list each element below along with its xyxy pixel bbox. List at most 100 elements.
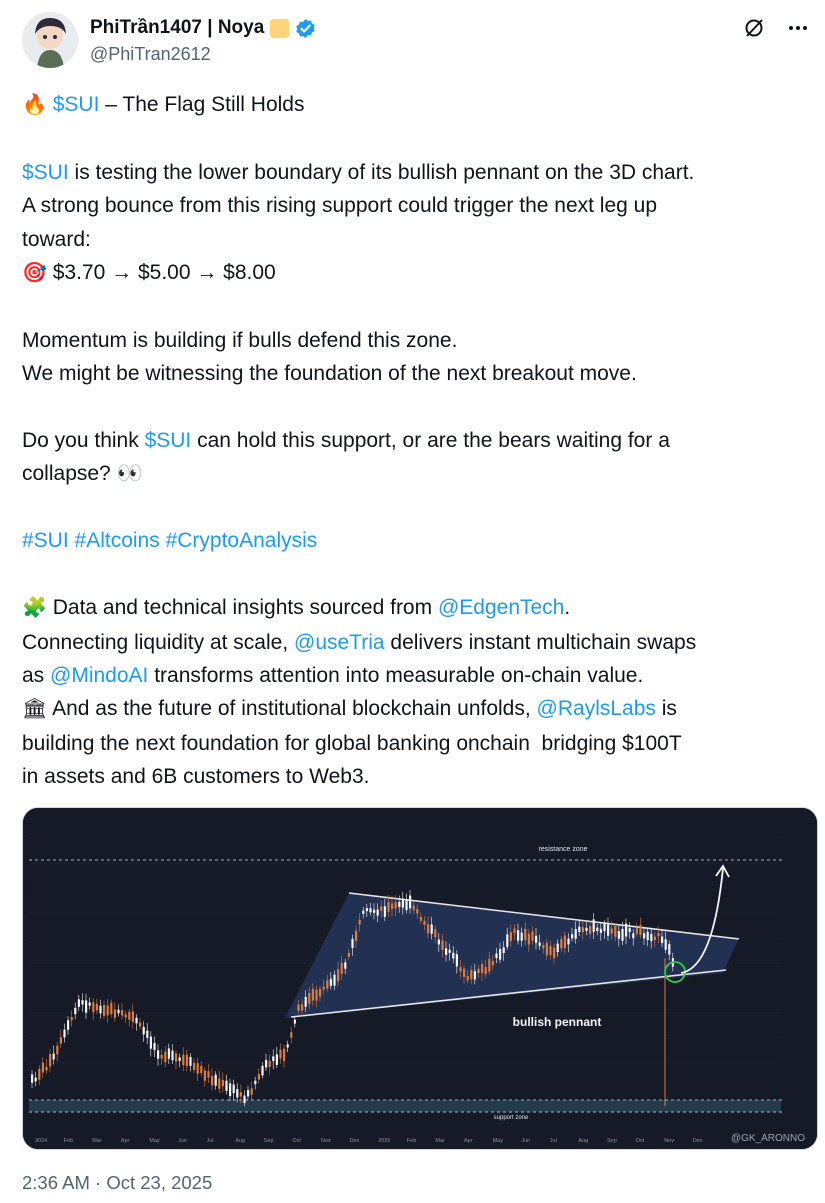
support-zone-band [29, 1100, 781, 1112]
display-name-text[interactable]: PhiTrần1407 | Noya [90, 16, 264, 40]
candle-body [63, 1029, 66, 1038]
candle-body [430, 924, 433, 934]
x-tick-label: Dec [693, 1138, 703, 1144]
candle-body [88, 1002, 91, 1006]
more-options-icon[interactable] [786, 16, 810, 40]
candle-body [146, 1030, 149, 1038]
candle-body [236, 1089, 239, 1098]
candle-body [319, 988, 322, 997]
candle-body [376, 909, 379, 916]
candle-body [214, 1074, 217, 1086]
candle-body [315, 989, 318, 1001]
candle-body [304, 997, 307, 1007]
candle-body [142, 1027, 145, 1035]
hashtags-link[interactable]: #SUI #Altcoins #CryptoAnalysis [22, 524, 812, 557]
candle-body [571, 934, 574, 939]
candle-body [239, 1092, 242, 1097]
cashtag-sui-link[interactable]: $SUI [53, 93, 100, 116]
candle-body [668, 944, 671, 955]
candle-body [268, 1060, 271, 1067]
candle-body [625, 923, 628, 937]
candle-body [189, 1057, 192, 1066]
candle-body [506, 934, 509, 947]
cashtag-sui-link[interactable]: $SUI [22, 161, 69, 184]
candle-body [49, 1054, 52, 1067]
candle-body [171, 1050, 174, 1061]
candle-body [135, 1017, 138, 1024]
x-tick-label: 2025 [378, 1138, 390, 1144]
candle-body [297, 1004, 300, 1011]
cashtag-sui-link[interactable]: $SUI [145, 429, 192, 452]
candle-body [405, 899, 408, 911]
candle-body [279, 1049, 282, 1059]
x-tick-label: Mar [435, 1138, 445, 1144]
candle-body [607, 924, 610, 936]
candle-body [243, 1095, 246, 1104]
candle-body [517, 930, 520, 941]
candle-body [603, 923, 606, 932]
candle-body [340, 962, 343, 974]
candle-body [455, 954, 458, 967]
tweet-timestamp[interactable]: 2:36 AM · Oct 23, 2025 [22, 1172, 212, 1194]
candle-body [538, 942, 541, 946]
candle-body [416, 909, 419, 914]
candle-body [513, 928, 516, 934]
candle-body [664, 939, 667, 950]
candle-body [124, 1014, 127, 1018]
candle-body [178, 1057, 181, 1061]
candle-body [401, 899, 404, 908]
chart-image[interactable]: resistance zone bullish pennant support … [22, 807, 818, 1150]
mention-raylslabs-link[interactable]: @RaylsLabs [537, 697, 656, 720]
candle-body [661, 936, 664, 944]
candle-body [70, 1017, 73, 1021]
candle-body [556, 943, 559, 953]
x-tick-label: Oct [292, 1138, 301, 1144]
x-tick-label: Feb [407, 1138, 416, 1144]
candle-body [650, 933, 653, 942]
mention-usetria-link[interactable]: @useTria [294, 631, 385, 654]
grok-icon[interactable] [742, 16, 766, 40]
candle-body [81, 1000, 84, 1005]
mention-edgentech-link[interactable]: @EdgenTech [438, 596, 564, 619]
candle-body [157, 1050, 160, 1059]
candle-body [610, 928, 613, 934]
sui-pennant-chart: resistance zone bullish pennant support … [23, 808, 817, 1149]
candle-body [196, 1063, 199, 1074]
candle-body [527, 933, 530, 945]
candle-body [452, 952, 455, 959]
candle-body [103, 1004, 106, 1016]
candle-body [77, 999, 80, 1007]
avatar[interactable] [22, 12, 78, 68]
candle-body [394, 902, 397, 909]
x-tick-label: Dec [350, 1138, 360, 1144]
candle-body [131, 1011, 134, 1022]
candle-body [193, 1062, 196, 1070]
candle-body [499, 949, 502, 960]
x-tick-label: Apr [464, 1138, 473, 1144]
candle-body [524, 928, 527, 941]
candle-body [437, 939, 440, 945]
candle-body [232, 1084, 235, 1094]
candle-body [445, 948, 448, 955]
candle-body [95, 1003, 98, 1011]
price-targets: $3.70 → $5.00 → $8.00 [46, 261, 276, 285]
candle-body [207, 1071, 210, 1078]
candle-body [635, 928, 638, 934]
candle-body [614, 926, 617, 937]
candle-body [592, 919, 595, 932]
author-display-name[interactable]: PhiTrần1407 | Noya [90, 16, 316, 40]
candle-body [85, 1000, 88, 1013]
candle-body [473, 970, 476, 980]
candle-body [441, 940, 444, 950]
candle-body [149, 1036, 152, 1049]
tweet-text: 🔥 $SUI – The Flag Still Holds $SUI is te… [22, 88, 812, 794]
candle-body [549, 945, 552, 956]
x-tick-label: Sep [264, 1138, 274, 1144]
candle-body [229, 1083, 232, 1097]
mention-mindoai-link[interactable]: @MindoAI [50, 664, 148, 687]
candle-body [185, 1054, 188, 1066]
candle-body [495, 953, 498, 959]
author-handle[interactable]: @PhiTran2612 [90, 42, 316, 66]
candle-body [31, 1074, 34, 1083]
candle-body [409, 895, 412, 909]
